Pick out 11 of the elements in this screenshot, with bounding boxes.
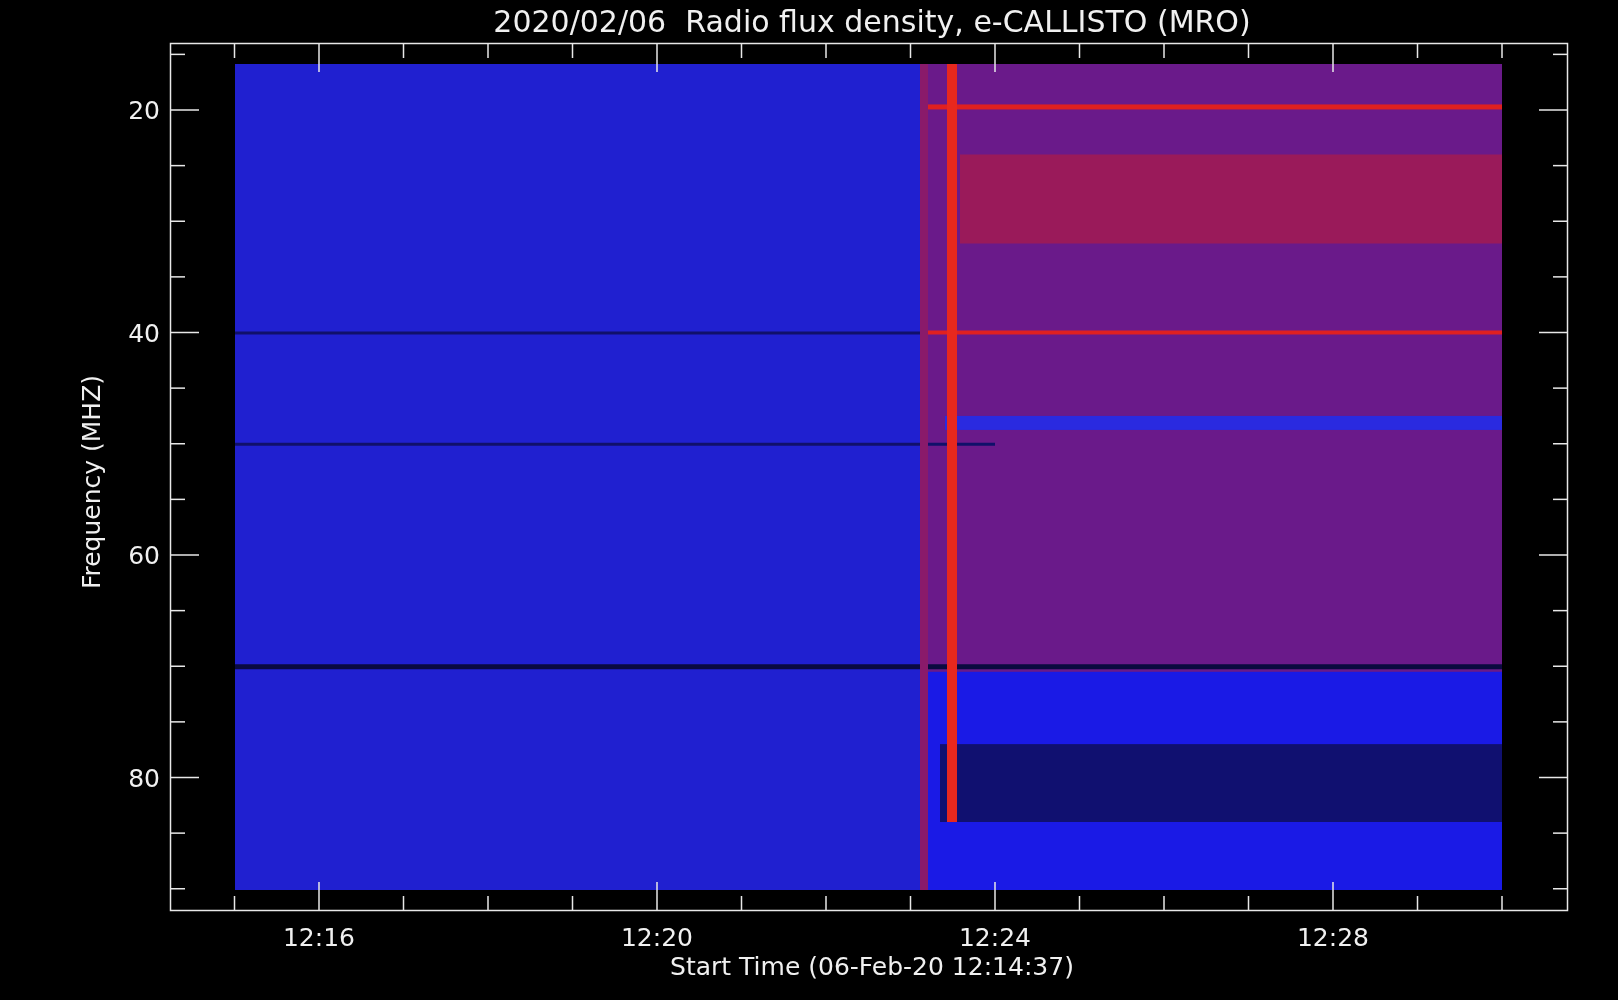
tick-label: 60 xyxy=(128,541,160,570)
tick-label: 12:16 xyxy=(283,923,355,952)
tick-label: 12:24 xyxy=(959,923,1031,952)
axis-label: Frequency (MHZ) xyxy=(77,374,106,590)
tick-label: 40 xyxy=(128,318,160,348)
axis-label: Start Time (06-Feb-20 12:14:37) xyxy=(670,952,1074,981)
tick-label: 12:28 xyxy=(1297,923,1369,952)
tick-label: 20 xyxy=(128,96,160,125)
tick-label: 80 xyxy=(128,763,160,793)
chart-title: 2020/02/06 Radio flux density, e-CALLISTO (MRO) xyxy=(493,4,1251,39)
tick-label: 12:20 xyxy=(621,923,693,952)
